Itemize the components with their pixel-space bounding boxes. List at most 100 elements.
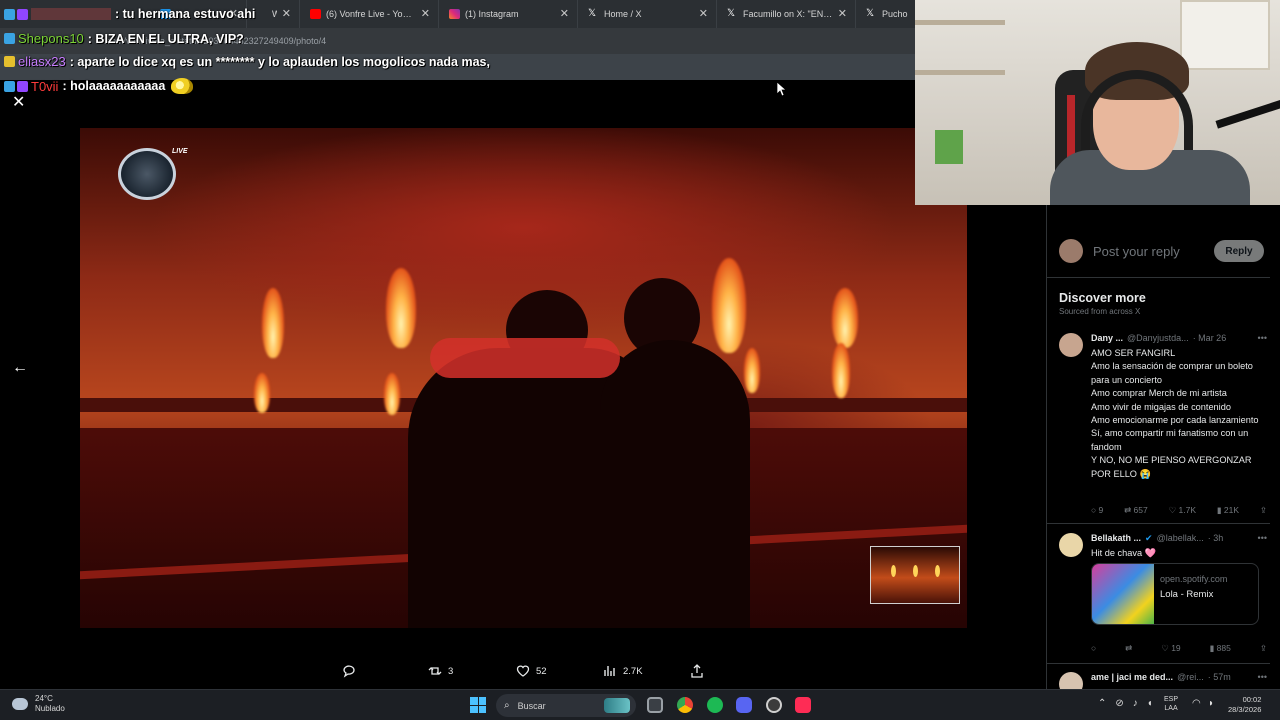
repost-stat[interactable]: ⇄ 657 <box>1124 505 1148 516</box>
temperature: 24°C <box>35 694 53 703</box>
post-line: Amo la sensación de comprar un boleto pa… <box>1091 361 1253 385</box>
network-icon[interactable]: ⊘ <box>1115 698 1123 709</box>
share-icon <box>691 664 703 678</box>
like-action[interactable]: 52 <box>516 664 547 678</box>
speaker-icon[interactable]: ◖ <box>1147 698 1153 709</box>
tab-label: (1) Instagram <box>465 9 519 19</box>
post-line: AMO SER FANGIRL <box>1091 348 1176 358</box>
flame <box>832 343 850 398</box>
heart-icon <box>516 665 530 677</box>
x-logo-icon: 𝕏 <box>727 8 736 19</box>
reply-stat[interactable]: ○ 9 <box>1091 505 1103 516</box>
reply-input[interactable]: Post your reply <box>1093 244 1214 259</box>
chevron-up-icon[interactable]: ⌃ <box>1098 698 1106 709</box>
post-header: ame | jaci me ded... @rei... · 57m <box>1091 672 1267 682</box>
post-text: Hit de chava 🩷 <box>1091 547 1263 560</box>
author-name[interactable]: ame | jaci me ded... <box>1091 672 1173 682</box>
tab-instagram[interactable]: (1) Instagram ✕ <box>439 0 578 28</box>
author-name[interactable]: Dany ... <box>1091 333 1123 343</box>
close-tab-icon[interactable]: ✕ <box>838 7 847 20</box>
avatar[interactable] <box>1059 333 1083 357</box>
post-time: · 3h <box>1207 533 1224 543</box>
post-time: · Mar 26 <box>1192 333 1227 343</box>
repost-stat[interactable]: ⇄ <box>1125 643 1132 654</box>
badge-icon <box>4 56 15 67</box>
reply-button[interactable]: Reply <box>1214 240 1264 262</box>
chat-message: eliasx23 : aparte lo dice xq es un *****… <box>4 54 490 69</box>
avatar[interactable] <box>1059 672 1083 689</box>
chat-username[interactable]: eliasx23 <box>18 54 66 69</box>
clock-time: 00:02 <box>1242 695 1262 704</box>
chat-message: : tu hermana estuvo ahi <box>4 7 255 21</box>
system-clock[interactable]: 00:02 28/3/2026 <box>1228 695 1261 715</box>
chat-username[interactable] <box>31 8 111 20</box>
avatar[interactable] <box>1059 533 1083 557</box>
chat-username[interactable]: T0vii <box>31 79 58 94</box>
badge-icon <box>17 8 28 20</box>
tab-label: Facumillo on X: "ENZO FE <box>743 9 833 19</box>
stream-thumbnail[interactable] <box>870 546 960 604</box>
like-stat[interactable]: ♡ 1.7K <box>1169 505 1196 516</box>
close-tab-icon[interactable]: ✕ <box>282 7 291 20</box>
share-icon[interactable]: ⇪ <box>1260 643 1267 654</box>
reply-action[interactable] <box>342 664 362 678</box>
share-action[interactable] <box>690 664 704 678</box>
chat-text: : holaaaaaaaaaaa <box>62 79 166 93</box>
close-tab-icon[interactable]: ✕ <box>560 7 569 20</box>
close-viewer-icon[interactable]: ✕ <box>12 92 25 112</box>
discord-icon[interactable] <box>736 697 752 713</box>
repost-action[interactable]: 3 <box>428 664 453 678</box>
taskbar-search[interactable]: ⌕ Buscar <box>496 694 636 717</box>
tiktok-icon[interactable] <box>795 697 811 713</box>
author-handle: @Danyjustda... <box>1127 333 1189 343</box>
feed-post[interactable]: Dany ... @Danyjustda... · Mar 26 ••• AMO… <box>1059 333 1267 523</box>
reply-stat[interactable]: ○ <box>1091 643 1096 654</box>
volume-icon[interactable]: ◗ <box>1208 698 1214 709</box>
weather-widget[interactable]: 24°C Nublado <box>12 694 65 714</box>
windows-start-icon[interactable] <box>470 697 486 713</box>
obs-icon[interactable] <box>766 697 782 713</box>
divider <box>1047 663 1270 664</box>
flame <box>386 268 416 348</box>
more-options-icon[interactable]: ••• <box>1258 333 1267 343</box>
views-stat[interactable]: ▮ 21K <box>1217 505 1239 516</box>
feed-post[interactable]: Bellakath ... ✔ @labellak... · 3h ••• Hi… <box>1059 533 1267 663</box>
spotify-icon[interactable] <box>707 697 723 713</box>
views-action[interactable]: 2.7K <box>603 664 643 678</box>
author-name[interactable]: Bellakath ... <box>1091 533 1141 544</box>
views-stat[interactable]: ▮ 885 <box>1210 643 1231 654</box>
like-stat[interactable]: ♡ 19 <box>1161 643 1180 654</box>
flame <box>712 258 746 353</box>
link-card[interactable]: open.spotify.com Lola - Remix <box>1091 563 1259 625</box>
language-indicator[interactable]: ESP LAA <box>1164 695 1178 713</box>
post-line: Amo vivir de migajas de contenido <box>1091 401 1231 412</box>
more-options-icon[interactable]: ••• <box>1258 672 1267 682</box>
chat-message: T0vii : holaaaaaaaaaaa <box>4 78 194 94</box>
tab-x-post[interactable]: 𝕏 Facumillo on X: "ENZO FE ✕ <box>717 0 856 28</box>
wifi-icon[interactable]: ◠ <box>1192 698 1201 709</box>
feed-post[interactable]: ame | jaci me ded... @rei... · 57m ••• <box>1059 672 1267 689</box>
post-stats: ○ 9 ⇄ 657 ♡ 1.7K ▮ 21K ⇪ <box>1091 505 1267 516</box>
post-text: AMO SER FANGIRL Amo la sensación de comp… <box>1091 347 1263 481</box>
chat-username[interactable]: Shepons10 <box>18 31 84 46</box>
close-tab-icon[interactable]: ✕ <box>421 7 430 20</box>
post-line: Amo comprar Merch de mi artista <box>1091 388 1227 399</box>
chat-message: Shepons10 : BIZA EN EL ULTRA, VIP? <box>4 31 244 46</box>
previous-photo-arrow-icon[interactable]: ← <box>12 359 28 377</box>
repost-icon <box>428 667 442 675</box>
tab-youtube[interactable]: (6) Vonfre Live - YouTube ✕ <box>300 0 439 28</box>
tab-x-pucho[interactable]: 𝕏 Pucho <box>856 0 916 28</box>
close-tab-icon[interactable]: ✕ <box>699 7 708 20</box>
microphone-icon[interactable]: ♪ <box>1133 698 1138 709</box>
microphone-arm <box>1215 99 1280 129</box>
file-explorer-icon[interactable] <box>647 697 663 713</box>
conversation-panel: Post your reply Reply Discover more Sour… <box>1046 205 1270 689</box>
share-icon[interactable]: ⇪ <box>1260 505 1267 516</box>
tab-label: (6) Vonfre Live - YouTube <box>326 9 416 19</box>
flame <box>262 288 284 358</box>
tab-x-home[interactable]: 𝕏 Home / X ✕ <box>578 0 717 28</box>
views-chart-icon <box>604 666 615 676</box>
post-photo[interactable]: LIVE <box>80 128 967 628</box>
chrome-icon[interactable] <box>677 697 693 713</box>
more-options-icon[interactable]: ••• <box>1258 533 1267 543</box>
